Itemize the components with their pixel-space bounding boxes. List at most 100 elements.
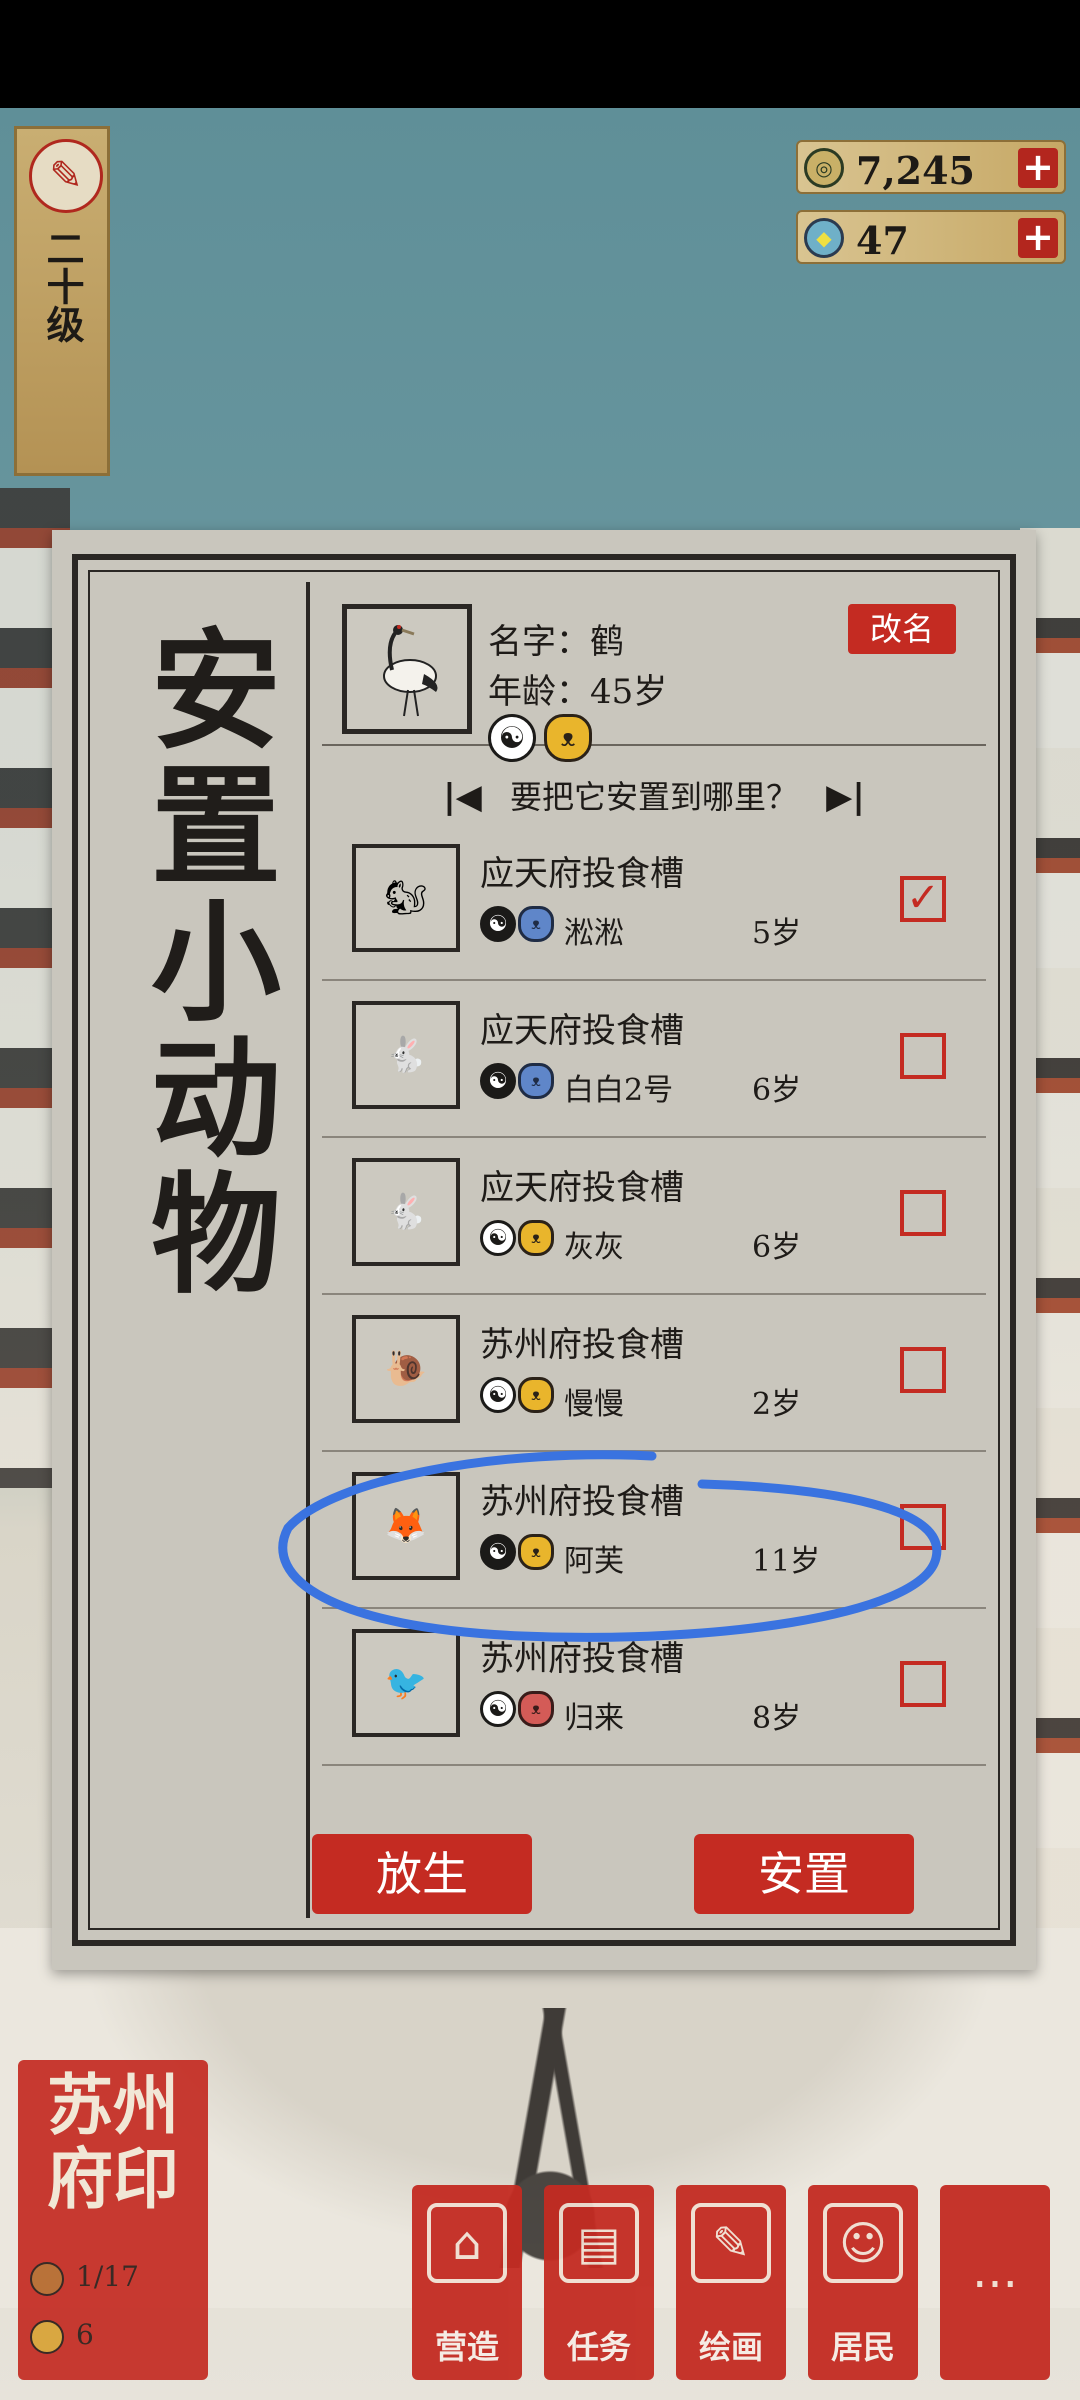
resident-name: 慢慢	[564, 1387, 624, 1422]
placement-prompt-text: 要把它安置到哪里？	[509, 778, 798, 816]
trough-location: 苏州府投食槽	[480, 1325, 684, 1365]
select-checkbox[interactable]	[900, 1190, 946, 1236]
blue-bear-icon: ᴥ	[518, 906, 554, 942]
resident-traits: ☯ ᴥ	[480, 1220, 554, 1256]
coin-icon: ◎	[804, 148, 844, 188]
list-item[interactable]: 🐌 苏州府投食槽 ☯ ᴥ 慢慢 2岁	[322, 1295, 986, 1452]
yin-yang-icon: ☯	[480, 1220, 516, 1256]
yellow-bear-icon: ᴥ	[518, 1534, 554, 1570]
resident-traits: ☯ ᴥ	[480, 906, 554, 942]
resident-name: 归来	[564, 1701, 624, 1736]
nav-resident-label: 居民	[830, 2328, 895, 2366]
resident-age: 6岁	[752, 1073, 802, 1108]
rabbit-portrait: 🐇	[352, 1001, 460, 1109]
resident-name: 阿芙	[564, 1544, 624, 1579]
yellow-bear-icon: ᴥ	[518, 1220, 554, 1256]
seal-title: 苏州府印	[47, 2066, 179, 2218]
seal-count-row: 1/17	[30, 2260, 200, 2296]
fox-portrait: 🦊	[352, 1472, 460, 1580]
resident-icon: ☺	[823, 2203, 903, 2283]
red-bear-icon: ᴥ	[518, 1691, 554, 1727]
next-page-icon[interactable]: ▶|	[826, 777, 865, 817]
release-button[interactable]: 放生	[312, 1834, 532, 1914]
swallow-icon: 🐦	[384, 1663, 428, 1703]
dialog-inner-frame: 安置小动物 名字：鹤 年龄：45岁 ☯ ᴥ 改名 |◀ 要把它安置到哪里？ ▶|…	[88, 570, 1000, 1930]
dialog-content: 名字：鹤 年龄：45岁 ☯ ᴥ 改名 |◀ 要把它安置到哪里？ ▶| 🐿 应天府…	[322, 584, 986, 1916]
select-checkbox[interactable]	[900, 1033, 946, 1079]
placement-prompt: |◀ 要把它安置到哪里？ ▶|	[322, 772, 986, 818]
list-item[interactable]: 🦊 苏州府投食槽 ☯ ᴥ 阿芙 11岁	[322, 1452, 986, 1609]
nav-build-button[interactable]: ⌂ 营造	[412, 2185, 522, 2380]
feeding-trough-list: 🐿 应天府投食槽 ☯ ᴥ 淞淞 5岁 ✓ 🐇 应天府投食槽 ☯ ᴥ 白白2号 6…	[322, 824, 986, 1766]
brush-emblem-icon: ✎	[29, 139, 103, 213]
level-banner[interactable]: ✎ 二十级	[14, 126, 110, 476]
resident-age: 8岁	[752, 1701, 802, 1736]
status-bar	[0, 0, 1080, 108]
select-checkbox[interactable]	[900, 1347, 946, 1393]
prefecture-seal[interactable]: 苏州府印 1/17 6	[18, 2060, 208, 2380]
place-button[interactable]: 安置	[694, 1834, 914, 1914]
snail-portrait: 🐌	[352, 1315, 460, 1423]
currency-coins-value: 7,245	[856, 148, 975, 193]
rename-button[interactable]: 改名	[848, 604, 956, 654]
resident-traits: ☯ ᴥ	[480, 1377, 554, 1413]
currency-coins: ◎ 7,245 +	[796, 140, 1066, 194]
yin-yang-icon: ☯	[480, 1377, 516, 1413]
select-checkbox[interactable]	[900, 1661, 946, 1707]
yin-yang-icon: ☯	[480, 906, 516, 942]
select-checkbox-checked[interactable]: ✓	[900, 876, 946, 922]
trough-location: 应天府投食槽	[480, 1011, 684, 1051]
yin-yang-icon: ☯	[480, 1063, 516, 1099]
prev-page-icon[interactable]: |◀	[443, 777, 482, 817]
resident-age: 6岁	[752, 1230, 802, 1265]
resident-name: 白白2号	[564, 1073, 674, 1108]
crane-portrait	[342, 604, 472, 734]
resident-traits: ☯ ᴥ	[480, 1534, 554, 1570]
nav-resident-button[interactable]: ☺ 居民	[808, 2185, 918, 2380]
nav-paint-button[interactable]: ✎ 绘画	[676, 2185, 786, 2380]
crane-icon	[383, 625, 438, 717]
yellow-bear-icon: ᴥ	[544, 714, 592, 762]
yin-yang-icon: ☯	[480, 1534, 516, 1570]
select-checkbox[interactable]	[900, 1504, 946, 1550]
fox-icon: 🦊	[384, 1506, 428, 1546]
yin-yang-icon: ☯	[488, 714, 536, 762]
resident-traits: ☯ ᴥ	[480, 1063, 554, 1099]
trough-location: 应天府投食槽	[480, 854, 684, 894]
rabbit-icon: 🐇	[384, 1035, 428, 1075]
snail-icon: 🐌	[384, 1349, 428, 1389]
level-text: 二十级	[40, 229, 85, 343]
animal-info: 名字：鹤 年龄：45岁 ☯ ᴥ 改名	[322, 584, 986, 762]
nav-paint-label: 绘画	[698, 2328, 763, 2366]
resident-age: 5岁	[752, 916, 802, 951]
blue-bear-icon: ᴥ	[518, 1063, 554, 1099]
nav-task-button[interactable]: ▤ 任务	[544, 2185, 654, 2380]
coin-icon	[30, 2319, 64, 2354]
swallow-portrait: 🐦	[352, 1629, 460, 1737]
resident-age: 2岁	[752, 1387, 802, 1422]
animal-traits: ☯ ᴥ	[488, 714, 592, 762]
resident-name: 灰灰	[564, 1230, 624, 1265]
animal-name: 名字：鹤	[488, 622, 624, 662]
rabbit-portrait: 🐇	[352, 1158, 460, 1266]
add-coins-button[interactable]: +	[1018, 148, 1058, 188]
more-icon: ···	[972, 2257, 1018, 2313]
gourd-icon	[30, 2261, 64, 2296]
rabbit-icon: 🐇	[384, 1192, 428, 1232]
task-icon: ▤	[559, 2203, 639, 2283]
resident-name: 淞淞	[564, 916, 624, 951]
list-item[interactable]: 🐿 应天府投食槽 ☯ ᴥ 淞淞 5岁 ✓	[322, 824, 986, 981]
yin-yang-icon: ☯	[480, 1691, 516, 1727]
jade-icon: ◆	[804, 218, 844, 258]
list-item[interactable]: 🐇 应天府投食槽 ☯ ᴥ 灰灰 6岁	[322, 1138, 986, 1295]
squirrel-portrait: 🐿	[352, 844, 460, 952]
add-jade-button[interactable]: +	[1018, 218, 1058, 258]
seal-count-1: 1/17	[76, 2260, 139, 2293]
squirrel-icon: 🐿	[384, 878, 428, 918]
list-item[interactable]: 🐇 应天府投食槽 ☯ ᴥ 白白2号 6岁	[322, 981, 986, 1138]
title-divider	[306, 582, 310, 1918]
seal-count-2: 6	[76, 2318, 94, 2351]
currency-jade-value: 47	[856, 218, 909, 263]
list-item[interactable]: 🐦 苏州府投食槽 ☯ ᴥ 归来 8岁	[322, 1609, 986, 1766]
nav-more-button[interactable]: ···	[940, 2185, 1050, 2380]
